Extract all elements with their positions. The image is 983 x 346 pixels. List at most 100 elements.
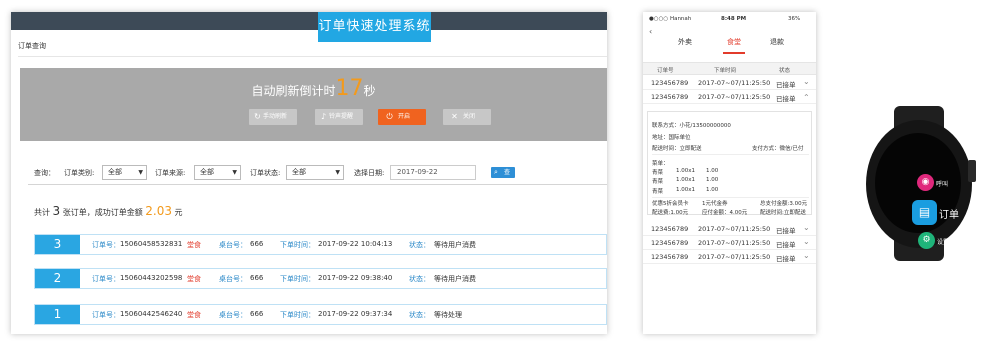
settings-button[interactable]: ⚙ (918, 232, 935, 249)
order-time: 2017-09-22 09:38:40 (318, 274, 393, 282)
column-header: 状态 (779, 68, 791, 74)
order-row[interactable]: 2 订单号： 15060443202598 堂食 桌台号： 666 下单时间： … (34, 268, 607, 289)
order-status: 等待用户消费 (434, 241, 476, 249)
close-button[interactable]: ✕ 关闭 (443, 109, 491, 125)
chevron-down-icon: ▼ (138, 169, 143, 176)
order-source-value: 全部 (200, 168, 214, 176)
chevron-down-icon[interactable]: ⌄ (803, 77, 810, 86)
order-status-label: 状态： (409, 275, 430, 283)
table-row[interactable]: 123456789 2017-07~07/11:25:50 已接单 ⌃ (643, 90, 816, 104)
chevron-down-icon[interactable]: ⌄ (803, 223, 810, 232)
settings-label: 设置 (937, 239, 950, 246)
order-row[interactable]: 3 订单号： 15060458532831 堂食 桌台号： 666 下单时间： … (34, 234, 607, 255)
order-no: 123456789 (651, 79, 689, 87)
item-price: 1.00 (706, 177, 719, 183)
chevron-down-icon: ▼ (335, 169, 340, 176)
order-no: 15060443202598 (120, 274, 183, 282)
coupon: 1元代金券 (702, 201, 728, 207)
order-count: 3 (52, 204, 61, 218)
order-time: 2017-09-22 10:04:13 (318, 240, 393, 248)
order-time: 2017-07~07/11:25:50 (698, 93, 771, 101)
divider (652, 197, 809, 198)
close-icon: ✕ (451, 112, 458, 121)
payment-method: 支付方式：微信/已付 (752, 146, 804, 152)
tab-takeout[interactable]: 外卖 (678, 37, 692, 47)
order-tag: 堂食 (187, 241, 201, 249)
table-row[interactable]: 123456789 2017-07~07/11:25:50 已接单 ⌄ (643, 222, 816, 236)
menu-label: 菜单： (652, 161, 669, 167)
divider (28, 184, 607, 185)
order-source-select[interactable]: 全部 ▼ (194, 165, 241, 180)
paid-amount: 应付金额：4.00元 (702, 210, 748, 216)
order-no: 123456789 (651, 253, 689, 261)
tab-refund[interactable]: 退款 (770, 37, 784, 47)
column-header: 下单时间 (714, 68, 737, 74)
manual-refresh-button[interactable]: ↻ 手动刷新 (249, 109, 297, 125)
order-tag: 堂食 (187, 275, 201, 283)
order-no-label: 订单号： (92, 241, 120, 249)
order-time: 2017-09-22 09:37:34 (318, 310, 393, 318)
chevron-up-icon[interactable]: ⌃ (803, 93, 810, 102)
watch-crown[interactable] (968, 160, 976, 182)
top-bar (11, 12, 607, 30)
active-tab-indicator (723, 52, 745, 54)
date-input[interactable]: 2017-09-22 (390, 165, 476, 180)
order-status-value: 全部 (292, 168, 306, 176)
order-type-label: 订单类别: (64, 169, 95, 177)
order-status-select[interactable]: 全部 ▼ (286, 165, 344, 180)
close-label: 关闭 (463, 113, 476, 120)
date-value: 2017-09-22 (397, 168, 438, 176)
order-no-label: 订单号： (92, 311, 120, 319)
summary-unit: 元 (174, 208, 183, 217)
back-icon[interactable]: ‹ (649, 27, 652, 36)
order-label: 订单 (939, 210, 959, 221)
order-no-label: 订单号： (92, 275, 120, 283)
chevron-down-icon[interactable]: ⌄ (803, 237, 810, 246)
summary-prefix: 共计 (34, 208, 50, 217)
delivery-fee: 配送费:1.00元 (652, 210, 689, 216)
order-no: 123456789 (651, 225, 689, 233)
order-no: 15060458532831 (120, 240, 183, 248)
total-due: 总支付金额:3.00元 (760, 201, 808, 207)
start-label: 开启 (398, 113, 411, 120)
gear-icon: ⚙ (922, 235, 931, 245)
order-time-label: 下单时间： (280, 311, 315, 319)
order-no: 15060442546240 (120, 310, 183, 318)
order-status: 已接单 (776, 81, 796, 89)
chevron-down-icon[interactable]: ⌄ (803, 251, 810, 260)
order-no: 123456789 (651, 93, 689, 101)
order-row[interactable]: 1 订单号： 15060442546240 堂食 桌台号： 666 下单时间： … (34, 304, 607, 325)
table-no: 666 (250, 274, 264, 282)
order-time-label: 下单时间： (280, 275, 315, 283)
divider (652, 154, 809, 155)
order-index: 1 (35, 305, 80, 324)
search-button[interactable]: ⌕ 查询 (491, 167, 516, 187)
item-qty: 1.00x1 (676, 187, 696, 193)
table-row[interactable]: 123456789 2017-07~07/11:25:50 已接单 ⌄ (643, 250, 816, 264)
address: 地址：国际单位 (652, 135, 691, 141)
table-header: 订单号 下单时间 状态 (643, 62, 816, 75)
watch-screen: ◉ 呼叫 ▤ 订单 ⚙ 设置 (875, 133, 961, 249)
order-status: 已接单 (776, 227, 796, 235)
start-button[interactable]: ⏻ 开启 (378, 109, 426, 125)
table-row[interactable]: 123456789 2017-07~07/11:25:50 已接单 ⌄ (643, 236, 816, 250)
order-time-label: 下单时间： (280, 241, 315, 249)
order-status: 等待用户消费 (434, 275, 476, 283)
sound-alert-button[interactable]: ♪ 铃声提醒 (315, 109, 363, 125)
order-time: 2017-07~07/11:25:50 (698, 253, 771, 261)
table-row[interactable]: 123456789 2017-07~07/11:25:50 已接单 ⌄ (643, 76, 816, 90)
order-button[interactable]: ▤ (912, 200, 937, 225)
bell-icon: ◉ (921, 177, 930, 187)
order-status-label: 订单状态: (250, 169, 281, 177)
clock: 8:48 PM (721, 16, 747, 22)
query-label: 查询： (34, 169, 55, 177)
call-button[interactable]: ◉ (917, 174, 934, 191)
order-status: 已接单 (776, 255, 796, 263)
countdown-suffix: 秒 (363, 84, 376, 98)
tab-canteen[interactable]: 食堂 (727, 37, 741, 47)
countdown-seconds: 17 (335, 76, 364, 101)
table-no-label: 桌台号： (219, 241, 247, 249)
order-status: 已接单 (776, 241, 796, 249)
order-type-select[interactable]: 全部 ▼ (102, 165, 147, 180)
refresh-icon: ↻ (254, 112, 261, 121)
